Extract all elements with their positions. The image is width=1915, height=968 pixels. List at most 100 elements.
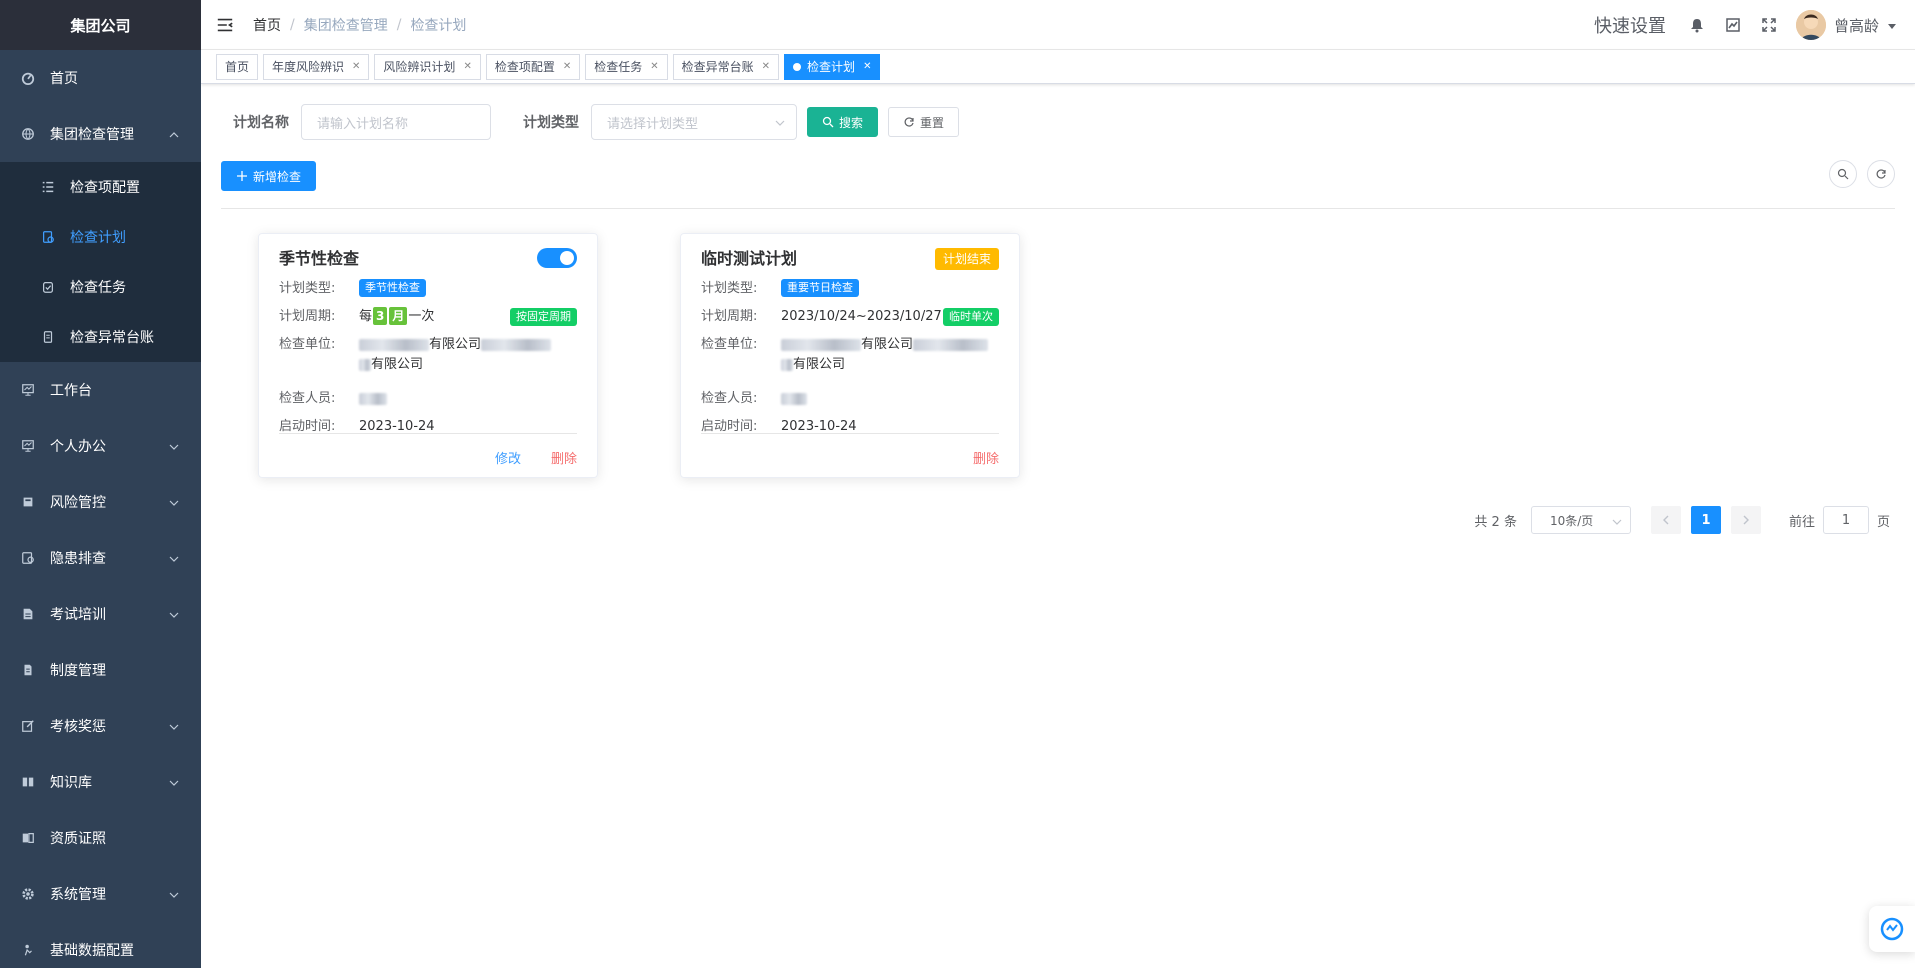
sidebar-item-policy-management[interactable]: 制度管理 [0, 642, 201, 698]
reset-button[interactable]: 重置 [888, 107, 960, 137]
fullscreen-icon[interactable] [1760, 16, 1778, 34]
page-number-button[interactable]: 1 [1690, 506, 1721, 534]
prev-page-button[interactable] [1650, 506, 1681, 534]
sidebar-item-group-inspection[interactable]: 集团检查管理 [0, 106, 201, 162]
plan-card: 季节性检查 计划类型: 季节性检查 计划周期: 每 3 月一次 按固定周期 检查… [258, 233, 598, 478]
sidebar: 集团公司 首页 集团检查管理 检查项配置 检查计划 检查任务 检查异常台账 工作… [0, 0, 201, 968]
book-icon [20, 774, 36, 790]
breadcrumb-group-inspection[interactable]: 集团检查管理 [304, 15, 388, 35]
chevron-down-icon [169, 776, 179, 786]
caret-down-icon[interactable] [1887, 20, 1897, 30]
card-row-unit: 检查单位: 有限公司 有限公司 [701, 335, 999, 375]
next-page-button[interactable] [1730, 506, 1761, 534]
page-content: 计划名称 请输入计划名称 计划类型 请选择计划类型 搜索 重置 新增检查 季节性… [201, 84, 1915, 968]
edit-link[interactable]: 修改 [495, 448, 521, 467]
doc-icon [20, 662, 36, 678]
bell-icon[interactable] [1688, 16, 1706, 34]
sidebar-item-inspection-config[interactable]: 检查项配置 [0, 162, 201, 212]
tag-home[interactable]: 首页 [216, 53, 259, 80]
quick-settings-link[interactable]: 快速设置 [1594, 12, 1666, 38]
refresh-button[interactable] [1867, 160, 1895, 188]
chevron-right-icon [1743, 515, 1749, 525]
divider [221, 208, 1895, 209]
username[interactable]: 曾高龄 [1834, 15, 1879, 36]
submenu-group-inspection: 检查项配置 检查计划 检查任务 检查异常台账 [0, 162, 201, 362]
sidebar-item-label: 考试培训 [50, 607, 106, 623]
tag-inspection-task[interactable]: 检查任务 ✕ [585, 53, 668, 80]
tag-inspection-ledger[interactable]: 检查异常台账 ✕ [672, 53, 780, 80]
tag-inspection-config[interactable]: 检查项配置 ✕ [485, 53, 581, 80]
card-title: 季节性检查 [279, 249, 360, 268]
brand-title: 集团公司 [0, 0, 201, 50]
sidebar-item-label: 考核奖惩 [50, 719, 106, 735]
cycle-badge: 按固定周期 [510, 308, 577, 326]
sidebar-item-workbench[interactable]: 工作台 [0, 362, 201, 418]
sidebar-item-label: 系统管理 [50, 887, 106, 903]
navbar: 首页 / 集团检查管理 / 检查计划 快速设置 曾高龄 [201, 0, 1915, 50]
breadcrumb-current: 检查计划 [410, 17, 467, 34]
card-row-type: 计划类型: 重要节日检查 [701, 279, 999, 299]
delete-link[interactable]: 删除 [551, 448, 577, 467]
search-icon [1837, 168, 1849, 180]
search-button[interactable]: 搜索 [807, 107, 879, 137]
sidebar-item-hazard-check[interactable]: 隐患排查 [0, 530, 201, 586]
status-badge: 计划结束 [934, 248, 999, 270]
tag-risk-plan[interactable]: 风险辨识计划 ✕ [374, 53, 481, 80]
type-badge: 重要节日检查 [781, 279, 859, 297]
sidebar-item-label: 资质证照 [50, 831, 106, 847]
right-toolbar [1819, 160, 1895, 188]
chevron-down-icon [169, 440, 179, 450]
plan-cards: 季节性检查 计划类型: 季节性检查 计划周期: 每 3 月一次 按固定周期 检查… [221, 233, 1895, 478]
chevron-down-icon [169, 552, 179, 562]
trend-chart-icon[interactable] [1724, 16, 1742, 34]
close-icon[interactable]: ✕ [352, 61, 360, 72]
right-menu: 快速设置 曾高龄 [1594, 0, 1897, 50]
goto-suffix: 页 [1876, 514, 1890, 530]
sidebar-item-label: 检查异常台账 [70, 330, 154, 346]
page-size-select[interactable]: 10条/页 [1530, 506, 1631, 534]
sidebar-item-label: 隐患排查 [50, 551, 106, 567]
close-icon[interactable]: ✕ [463, 61, 471, 72]
breadcrumb-home[interactable]: 首页 [253, 15, 281, 35]
close-icon[interactable]: ✕ [762, 61, 770, 72]
chevron-left-icon [1662, 515, 1669, 525]
toggle-search-button[interactable] [1829, 160, 1857, 188]
plan-name-input[interactable]: 请输入计划名称 [301, 104, 491, 140]
pagination: 共 2 条 10条/页 1 前往 1 页 [1474, 506, 1890, 534]
sidebar-item-inspection-plan[interactable]: 检查计划 [0, 212, 201, 262]
card-row-cycle: 计划周期: 2023/10/24~2023/10/27 临时单次 [701, 307, 999, 327]
sidebar-item-system-management[interactable]: 系统管理 [0, 866, 201, 922]
sidebar-item-knowledge-base[interactable]: 知识库 [0, 754, 201, 810]
sidebar-item-qualification[interactable]: 资质证照 [0, 810, 201, 866]
plan-type-label: 计划类型 [523, 115, 579, 131]
hamburger-icon[interactable] [215, 15, 235, 35]
close-icon[interactable]: ✕ [863, 61, 871, 72]
sidebar-item-inspection-task[interactable]: 检查任务 [0, 262, 201, 312]
plan-type-select[interactable]: 请选择计划类型 [591, 104, 797, 140]
avatar[interactable] [1795, 10, 1826, 40]
app: 集团公司 首页 集团检查管理 检查项配置 检查计划 检查任务 检查异常台账 工作… [0, 0, 1915, 968]
chevron-down-icon [169, 608, 179, 618]
pagination-total: 共 2 条 [1474, 514, 1517, 530]
plan-icon [40, 229, 56, 245]
sidebar-item-assessment[interactable]: 考核奖惩 [0, 698, 201, 754]
sidebar-item-personal-office[interactable]: 个人办公 [0, 418, 201, 474]
monitor-icon [20, 438, 36, 454]
sidebar-item-base-data[interactable]: 基础数据配置 [0, 922, 201, 968]
delete-link[interactable]: 删除 [973, 448, 999, 467]
main-area: 首页 / 集团检查管理 / 检查计划 快速设置 曾高龄 首页 年度风险辨识✕ [201, 0, 1915, 968]
sidebar-item-home[interactable]: 首页 [0, 50, 201, 106]
tag-annual-risk[interactable]: 年度风险辨识 ✕ [263, 53, 370, 80]
chevron-up-icon [169, 128, 179, 138]
close-icon[interactable]: ✕ [650, 61, 658, 72]
goto-page-input[interactable]: 1 [1822, 506, 1869, 534]
assistant-widget[interactable] [1869, 906, 1915, 952]
sidebar-item-inspection-ledger[interactable]: 检查异常台账 [0, 312, 201, 362]
sidebar-item-risk-control[interactable]: 风险管控 [0, 474, 201, 530]
tag-inspection-plan[interactable]: 检查计划 ✕ [784, 53, 881, 80]
sidebar-item-exam-training[interactable]: 考试培训 [0, 586, 201, 642]
close-icon[interactable]: ✕ [563, 61, 571, 72]
add-inspection-button[interactable]: 新增检查 [221, 161, 317, 191]
sidebar-item-label: 集团检查管理 [50, 127, 134, 143]
plan-enable-switch[interactable] [537, 248, 577, 268]
